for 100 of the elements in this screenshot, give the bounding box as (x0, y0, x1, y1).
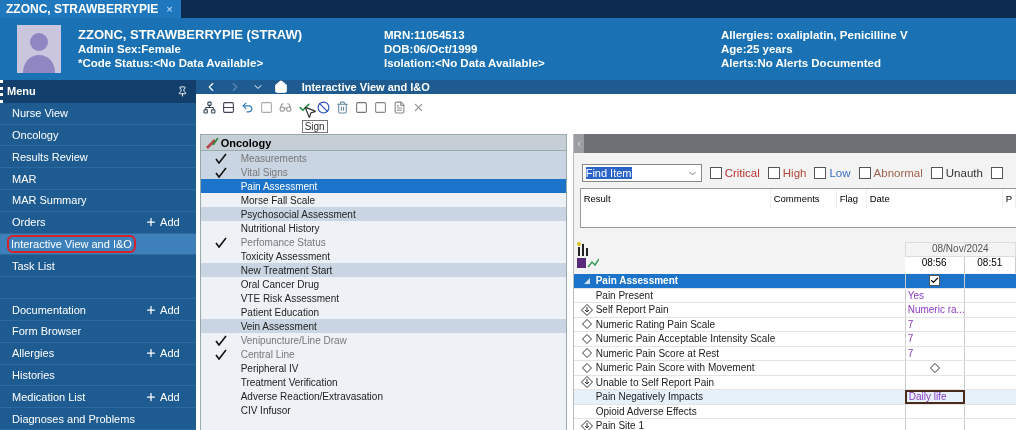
sidebar-item[interactable]: Documentation Add (0, 299, 196, 321)
filter-checkbox[interactable] (858, 167, 871, 179)
trash-icon[interactable] (335, 100, 349, 114)
sidebar-item[interactable]: Task List (0, 255, 196, 278)
band-row[interactable]: New Treatment Start (200, 263, 566, 277)
filter-checkbox[interactable] (990, 167, 1003, 179)
flowsheet-row[interactable]: Pain Assessment (573, 274, 1016, 289)
sidebar-item[interactable]: Diagnoses and Problems (0, 408, 196, 430)
filter-label: Abnormal (873, 167, 923, 179)
glasses-icon[interactable] (278, 100, 292, 114)
find-item-field[interactable]: Find Item (581, 164, 702, 182)
column-header: Comments (770, 189, 837, 208)
filter-checkbox[interactable] (767, 167, 780, 179)
row-label: Self Report Pain (595, 304, 669, 316)
row-label: Pain Negatively Impacts (595, 391, 703, 403)
row-label: Numeric Pain Score at Rest (595, 347, 720, 359)
result-value[interactable]: 7 (905, 318, 964, 330)
patient-detail: MRN:11054513 (384, 28, 466, 42)
filter-label: Low (829, 167, 851, 179)
row-label: Opioid Adverse Effects (595, 405, 697, 417)
sidebar-item[interactable]: Results Review (0, 146, 196, 169)
sidebar-item[interactable]: Interactive View and I&O (0, 233, 196, 256)
filter-checkbox[interactable] (930, 167, 943, 179)
diamond-arrow-icon (580, 376, 593, 389)
plus-icon (145, 390, 158, 403)
plus-icon (145, 216, 158, 229)
column-header: Date (866, 189, 1003, 208)
cursor-icon (302, 105, 317, 119)
column-header: P (1002, 189, 1016, 208)
sidebar-item[interactable]: Form Browser (0, 320, 196, 343)
time-header: 08:56 (904, 257, 965, 273)
row-label: Pain Present (595, 289, 653, 301)
patient-detail: Alerts:No Alerts Documented (721, 56, 882, 70)
menu-title: Menu (7, 85, 36, 98)
result-value[interactable]: 7 (905, 347, 964, 359)
graph-icon[interactable] (576, 256, 599, 268)
rows-icon[interactable] (221, 100, 235, 114)
filter-label: Unauth (945, 167, 983, 179)
row-label: Numeric Pain Acceptable Intensity Scale (595, 333, 776, 345)
add-button[interactable]: Add (145, 216, 180, 229)
add-button[interactable]: Add (145, 347, 180, 360)
diamond-arrow-icon (580, 419, 593, 430)
patient-detail: Allergies: oxaliplatin, Penicilline V (721, 28, 909, 42)
patient-detail: DOB:06/Oct/1999 (384, 42, 479, 56)
band-title: Oncology (220, 136, 272, 149)
square-icon[interactable] (373, 100, 387, 114)
filter-label: High (782, 167, 807, 179)
patient-detail: *Code Status:<No Data Available> (78, 56, 265, 70)
column-header: Result (580, 189, 771, 208)
pen-icon (204, 136, 219, 149)
sidebar-item[interactable]: Orders Add (0, 211, 196, 234)
square-icon[interactable] (354, 100, 368, 114)
sidebar-item[interactable]: Nurse View (0, 102, 196, 125)
plus-icon (145, 303, 158, 316)
ban-icon[interactable] (316, 100, 330, 114)
diamond-arrow-icon (580, 303, 593, 316)
band-row[interactable]: Vein Assessment (200, 319, 566, 333)
column-header: Flag (836, 189, 867, 208)
flowsheet-row[interactable]: Pain Negatively Impacts Daily life (573, 390, 1016, 405)
network-icon[interactable] (202, 100, 216, 114)
patient-detail: Age:25 years (721, 42, 794, 56)
patient-detail: Admin Sex:Female (78, 42, 182, 56)
filter-checkbox[interactable] (814, 167, 827, 179)
band-row[interactable]: Psychosocial Assessment (200, 207, 566, 221)
avatar-icon (17, 25, 61, 73)
row-label: Numeric Pain Score with Movement (595, 362, 755, 374)
result-value[interactable]: 7 (905, 333, 964, 345)
patient-detail: Isolation:<No Data Available> (384, 56, 546, 70)
result-value[interactable]: Numeric ra... (905, 304, 964, 316)
home-icon[interactable] (273, 80, 288, 94)
chart-icon[interactable] (576, 242, 591, 256)
tooltip: Sign (301, 120, 328, 133)
sidebar-item[interactable]: Allergies Add (0, 342, 196, 365)
sidebar-item[interactable]: Histories (0, 364, 196, 387)
pin-icon[interactable] (176, 85, 188, 97)
sidebar-item[interactable]: Medication List Add (0, 386, 196, 409)
document-icon[interactable] (392, 100, 406, 114)
plus-icon (145, 347, 158, 360)
expand-icon[interactable] (583, 277, 590, 284)
sidebar-item[interactable]: MAR Summary (0, 190, 196, 212)
row-label: Pain Assessment (595, 275, 679, 287)
sidebar-item[interactable]: MAR (0, 168, 196, 191)
result-value[interactable]: Daily life (906, 391, 963, 403)
filter-label: Critical (724, 167, 760, 179)
row-label: Unable to Self Report Pain (595, 376, 715, 388)
add-button[interactable]: Add (145, 303, 180, 316)
close-tab-button[interactable]: × (166, 3, 173, 15)
band-row[interactable]: Pain Assessment (200, 179, 566, 193)
sign-check-icon[interactable] (297, 100, 311, 114)
result-value[interactable]: Yes (905, 289, 964, 301)
undo-icon[interactable] (240, 100, 254, 114)
section-checkbox[interactable] (929, 275, 941, 287)
sidebar-item[interactable]: Oncology (0, 124, 196, 147)
patient-name: ZZONC, STRAWBERRYPIE (STRAW) (78, 28, 304, 42)
filter-checkbox[interactable] (709, 167, 722, 179)
patient-tab[interactable]: ZZONC, STRAWBERRYPIE × (0, 0, 181, 18)
time-header: 08:51 (964, 257, 1016, 273)
add-button[interactable]: Add (145, 390, 180, 403)
page-title: Interactive View and I&O (301, 81, 430, 93)
row-label: Numeric Rating Pain Scale (595, 318, 716, 330)
